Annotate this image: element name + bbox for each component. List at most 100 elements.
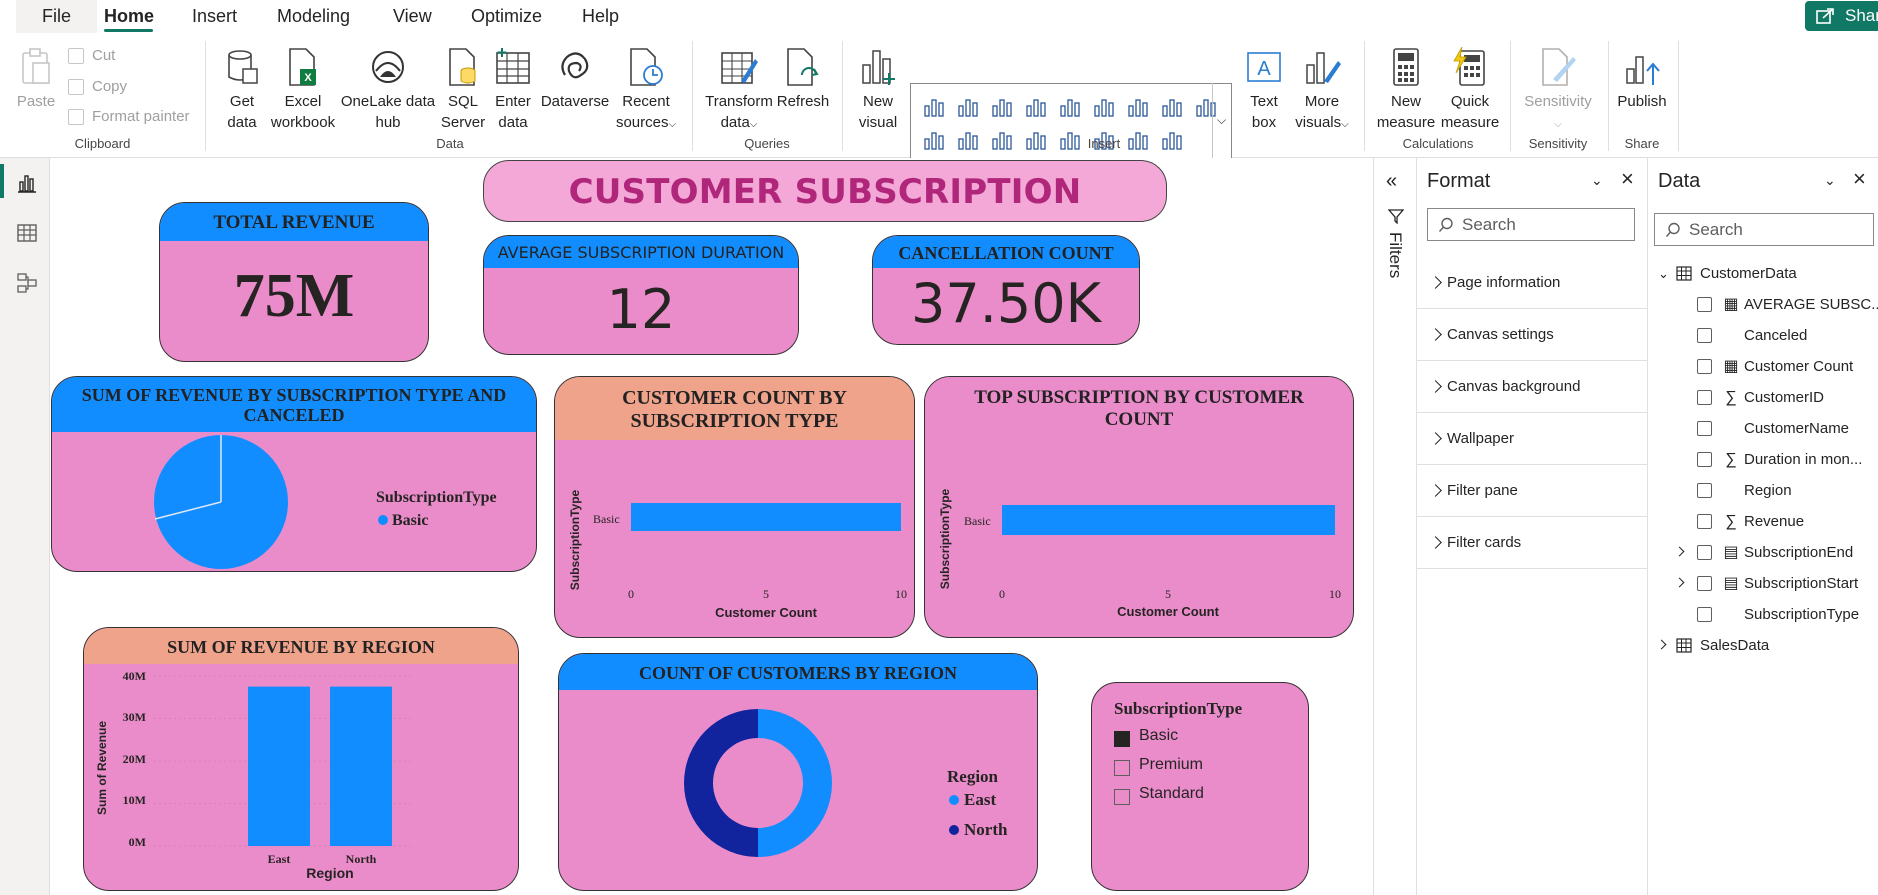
dataverse-button[interactable]: Dataverse <box>540 47 610 112</box>
field-checkbox[interactable] <box>1697 452 1712 467</box>
chevron-down-icon[interactable]: ⌄ <box>1824 172 1836 189</box>
data-search-input[interactable]: Search <box>1654 213 1874 246</box>
field-average-subsc[interactable]: ▦ AVERAGE SUBSC... <box>1648 289 1878 320</box>
field-region[interactable]: Region <box>1648 475 1878 506</box>
more-visuals-button[interactable]: More visuals⌵ <box>1290 47 1354 135</box>
table-view-icon[interactable] <box>16 222 38 244</box>
top-subscription-card[interactable]: TOP SUBSCRIPTION BY CUSTOMER COUNT Subsc… <box>924 376 1354 638</box>
donut-slice-north[interactable] <box>684 709 758 857</box>
chevron-right-icon[interactable] <box>1674 577 1685 588</box>
filters-pane-collapsed[interactable]: « Filters <box>1373 158 1417 895</box>
avg-duration-card[interactable]: AVERAGE SUBSCRIPTION DURATION 12 <box>483 235 799 355</box>
onelake-data-hub-button[interactable]: OneLake data hub <box>340 47 436 133</box>
field-customerid[interactable]: ∑ CustomerID <box>1648 382 1878 413</box>
menu-optimize[interactable]: Optimize <box>471 0 542 33</box>
revenue-by-region-card[interactable]: SUM OF REVENUE BY REGION Sum of Revenue … <box>83 627 519 891</box>
new-measure-button[interactable]: New measure <box>1374 47 1438 133</box>
field-checkbox[interactable] <box>1697 483 1712 498</box>
model-view-icon[interactable] <box>16 272 38 294</box>
field-duration-in-mon[interactable]: ∑ Duration in mon... <box>1648 444 1878 475</box>
stacked-bar-icon[interactable] <box>923 96 945 118</box>
field-checkbox[interactable] <box>1697 545 1712 560</box>
text-box-button[interactable]: A Text box <box>1240 47 1288 133</box>
clustered-bar-icon[interactable] <box>991 96 1013 118</box>
bar2-bar-basic[interactable] <box>1002 505 1335 535</box>
field-name: Customer Count <box>1744 358 1854 375</box>
excel-workbook-button[interactable]: X Excel workbook <box>268 47 338 133</box>
format-search-input[interactable]: Search <box>1427 208 1635 241</box>
menu-view[interactable]: View <box>393 0 432 33</box>
chevron-down-icon[interactable]: ⌄ <box>1591 172 1603 189</box>
enter-data-button[interactable]: Enter data <box>490 47 536 133</box>
customers-by-region-card[interactable]: COUNT OF CUSTOMERS BY REGION Region East… <box>558 653 1038 891</box>
clustered-column-icon[interactable] <box>1025 96 1047 118</box>
share-button[interactable]: Share <box>1805 1 1878 31</box>
donut-legend-item-north[interactable]: North <box>964 820 1008 839</box>
field-checkbox[interactable] <box>1697 359 1712 374</box>
menu-modeling[interactable]: Modeling <box>277 0 350 33</box>
100-column-icon[interactable] <box>1059 96 1081 118</box>
dashboard-title-card[interactable]: CUSTOMER SUBSCRIPTION DASHBOARD <box>483 160 1167 222</box>
format-item-canvas-background[interactable]: Canvas background <box>1417 361 1648 413</box>
total-revenue-card[interactable]: TOTAL REVENUE 75M <box>159 202 429 362</box>
refresh-button[interactable]: Refresh <box>776 47 830 112</box>
quick-measure-button[interactable]: Quick measure <box>1438 46 1502 133</box>
region-bar-north[interactable] <box>330 686 392 846</box>
field-customer-count[interactable]: ▦ Customer Count <box>1648 351 1878 382</box>
stacked-column-icon[interactable] <box>957 96 979 118</box>
ribbon-separator <box>842 41 843 151</box>
field-canceled[interactable]: Canceled <box>1648 320 1878 351</box>
double-chevron-left-icon[interactable]: « <box>1386 170 1397 193</box>
table-salesdata[interactable]: SalesData <box>1648 630 1878 661</box>
field-subscriptionstart[interactable]: ▤ SubscriptionStart <box>1648 568 1878 599</box>
customer-count-by-type-card[interactable]: CUSTOMER COUNT BY SUBSCRIPTION TYPE Subs… <box>554 376 915 638</box>
field-subscriptionend[interactable]: ▤ SubscriptionEnd <box>1648 537 1878 568</box>
field-checkbox[interactable] <box>1697 607 1712 622</box>
sensitivity-button[interactable]: Sensitivity ⌵ <box>1516 47 1600 135</box>
field-checkbox[interactable] <box>1697 421 1712 436</box>
pie-legend-item-basic[interactable]: Basic <box>392 512 428 529</box>
recent-sources-button[interactable]: Recent sources⌵ <box>612 47 680 135</box>
new-visual-button[interactable]: New visual <box>854 47 902 133</box>
format-painter-button[interactable]: Format painter <box>66 106 190 128</box>
sql-server-button[interactable]: SQL Server <box>440 47 486 133</box>
format-item-filter-pane[interactable]: Filter pane <box>1417 465 1648 517</box>
copy-button[interactable]: Copy <box>66 76 127 98</box>
subscription-type-slicer[interactable]: SubscriptionType Basic Premium Standard <box>1091 682 1309 891</box>
field-checkbox[interactable] <box>1697 390 1712 405</box>
close-icon[interactable]: × <box>1621 166 1634 192</box>
field-checkbox[interactable] <box>1697 328 1712 343</box>
format-item-page-information[interactable]: Page information <box>1417 257 1648 309</box>
transform-data-button[interactable]: Transform data⌵ <box>700 47 778 135</box>
menu-file[interactable]: File <box>16 0 98 33</box>
ribbon-chart-icon[interactable] <box>1161 96 1183 118</box>
format-item-canvas-settings[interactable]: Canvas settings <box>1417 309 1648 361</box>
region-bar-east[interactable] <box>248 686 310 846</box>
field-revenue[interactable]: ∑ Revenue <box>1648 506 1878 537</box>
field-checkbox[interactable] <box>1697 576 1712 591</box>
revenue-by-type-pie-card[interactable]: SUM OF REVENUE BY SUBSCRIPTION TYPE AND … <box>51 376 537 572</box>
cancellation-count-card[interactable]: CANCELLATION COUNT 37.50K <box>872 235 1140 345</box>
format-item-filter-cards[interactable]: Filter cards <box>1417 517 1648 569</box>
chevron-right-icon[interactable] <box>1674 546 1685 557</box>
field-subscriptiontype[interactable]: SubscriptionType <box>1648 599 1878 630</box>
line-chart-icon[interactable] <box>1093 96 1115 118</box>
donut-slice-east[interactable] <box>758 709 832 857</box>
area-chart-icon[interactable] <box>1127 96 1149 118</box>
cut-button[interactable]: Cut <box>66 45 115 67</box>
field-customername[interactable]: CustomerName <box>1648 413 1878 444</box>
menu-insert[interactable]: Insert <box>192 0 237 33</box>
field-checkbox[interactable] <box>1697 514 1712 529</box>
get-data-button[interactable]: Get data <box>220 47 264 133</box>
publish-button[interactable]: Publish <box>1614 47 1670 112</box>
menu-help[interactable]: Help <box>582 0 619 33</box>
report-view-icon[interactable] <box>16 172 38 194</box>
donut-legend-item-east[interactable]: East <box>964 790 996 809</box>
table-customerdata[interactable]: ⌄ CustomerData <box>1648 258 1878 289</box>
bar1-bar-basic[interactable] <box>631 503 901 531</box>
paste-button[interactable]: Paste <box>14 47 58 112</box>
filters-label-wrap: Filters <box>1383 232 1409 332</box>
field-checkbox[interactable] <box>1697 297 1712 312</box>
format-item-wallpaper[interactable]: Wallpaper <box>1417 413 1648 465</box>
close-icon[interactable]: × <box>1853 166 1866 192</box>
